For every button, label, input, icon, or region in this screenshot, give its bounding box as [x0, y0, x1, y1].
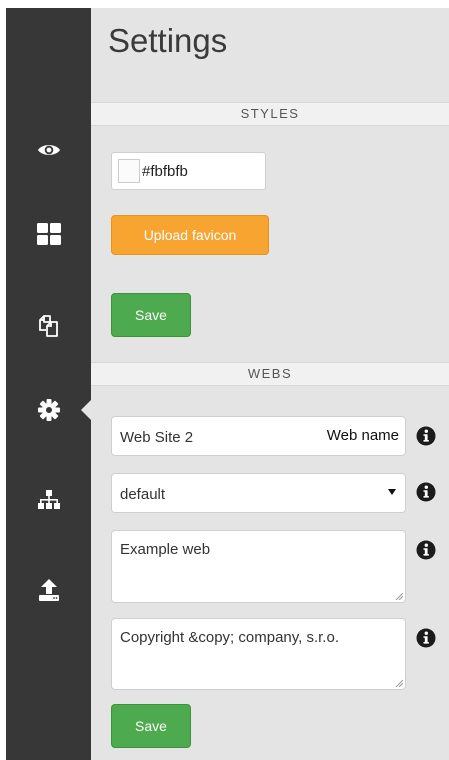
- chevron-down-icon: [388, 489, 396, 495]
- info-icon[interactable]: [416, 540, 436, 560]
- color-picker-field[interactable]: #fbfbfb: [111, 152, 266, 190]
- eye-icon: [37, 145, 60, 155]
- info-icon[interactable]: [416, 426, 436, 446]
- color-value: #fbfbfb: [142, 163, 188, 180]
- sidebar-item-settings[interactable]: [6, 382, 91, 438]
- copyright-value: Copyright &copy; company, s.r.o.: [120, 629, 339, 646]
- gear-icon: [37, 399, 60, 421]
- color-swatch[interactable]: [118, 159, 140, 183]
- webs-save-button[interactable]: Save: [111, 704, 191, 748]
- resize-grip-icon[interactable]: [395, 679, 403, 687]
- sidebar-item-preview[interactable]: [6, 122, 91, 178]
- app-root: Settings STYLES #fbfbfb Upload favicon S…: [0, 0, 449, 760]
- sidebar: [6, 8, 91, 760]
- styles-save-button[interactable]: Save: [111, 293, 191, 337]
- copyright-textarea[interactable]: Copyright &copy; company, s.r.o.: [111, 618, 406, 690]
- description-value: Example web: [120, 541, 211, 558]
- sidebar-item-upload[interactable]: [6, 562, 91, 618]
- section-header-styles: STYLES: [91, 102, 449, 126]
- grid-icon: [36, 223, 61, 245]
- upload-favicon-button[interactable]: Upload favicon: [111, 215, 269, 255]
- settings-panel: Settings STYLES #fbfbfb Upload favicon S…: [91, 8, 449, 760]
- description-textarea[interactable]: Example web: [111, 530, 406, 603]
- info-icon[interactable]: [416, 482, 436, 502]
- info-icon[interactable]: [416, 628, 436, 648]
- section-header-webs: WEBS: [91, 362, 449, 386]
- web-name-label: Web name: [326, 427, 399, 444]
- web-name-value: Web Site 2: [120, 429, 194, 446]
- sidebar-item-dashboard[interactable]: [6, 206, 91, 262]
- template-select[interactable]: default: [111, 473, 406, 513]
- sidebar-item-sitemap[interactable]: [6, 472, 91, 528]
- template-value: default: [120, 486, 166, 503]
- resize-grip-icon[interactable]: [395, 592, 403, 600]
- page-title: Settings: [108, 22, 228, 59]
- copy-pages-icon: [38, 315, 58, 337]
- web-name-input[interactable]: Web Site 2 Web name: [111, 416, 406, 456]
- sidebar-item-pages[interactable]: [6, 298, 91, 354]
- upload-icon: [38, 579, 59, 601]
- sitemap-icon: [37, 490, 60, 509]
